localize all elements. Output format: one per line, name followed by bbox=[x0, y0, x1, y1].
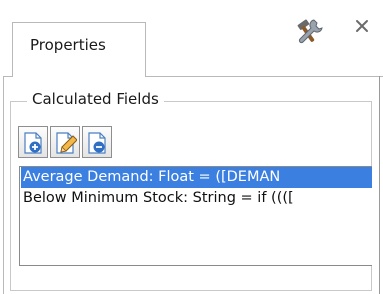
list-item[interactable]: Below Minimum Stock: String = if ((([ bbox=[20, 188, 372, 209]
close-icon[interactable] bbox=[355, 18, 369, 32]
remove-icon bbox=[88, 132, 106, 154]
add-icon bbox=[24, 132, 42, 154]
tools-icon[interactable] bbox=[294, 16, 324, 46]
edit-icon bbox=[56, 132, 77, 154]
calculated-fields-title: Calculated Fields bbox=[27, 90, 164, 108]
tab-properties-label: Properties bbox=[30, 36, 106, 54]
calculated-fields-list[interactable]: Average Demand: Float = ([DEMAN Below Mi… bbox=[19, 166, 372, 266]
remove-field-button[interactable] bbox=[82, 126, 112, 158]
edit-field-button[interactable] bbox=[50, 126, 80, 158]
add-field-button[interactable] bbox=[18, 126, 48, 158]
panel-border bbox=[379, 76, 380, 294]
list-item[interactable]: Average Demand: Float = ([DEMAN bbox=[21, 167, 372, 188]
tab-properties[interactable]: Properties bbox=[12, 22, 146, 77]
